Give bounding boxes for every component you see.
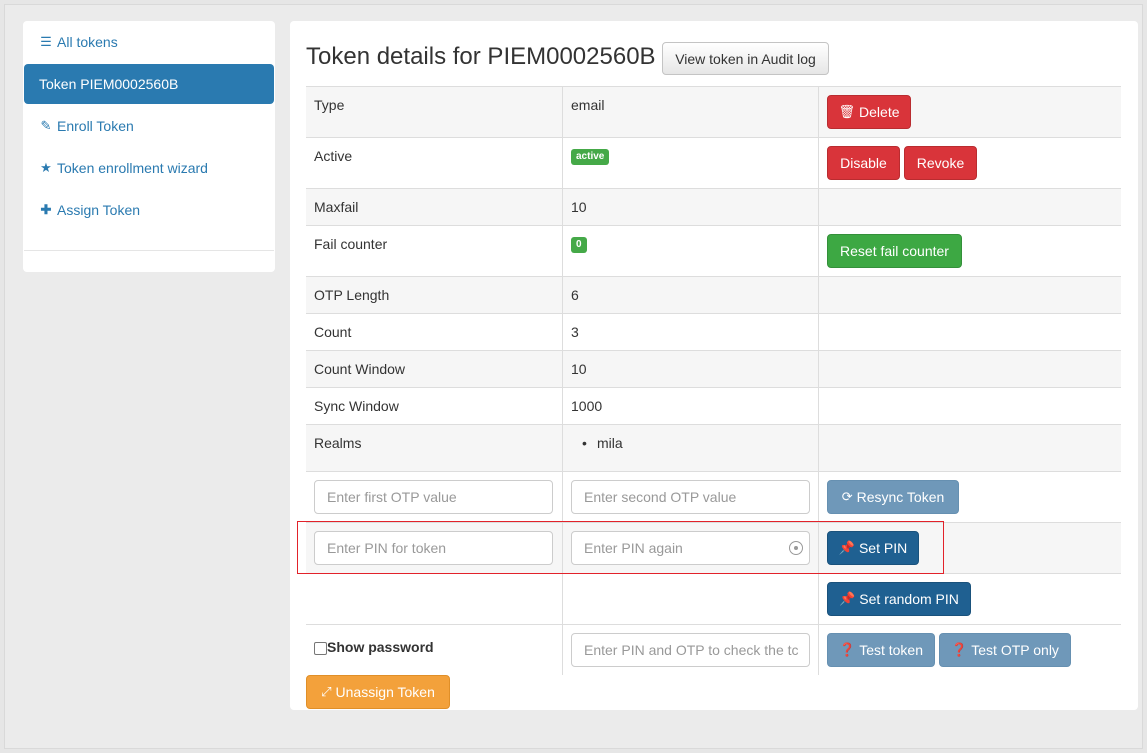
delete-button-label: Delete: [859, 104, 900, 120]
row-value: 1000: [571, 398, 603, 414]
row-value: 6: [571, 287, 579, 303]
table-row: OTP Length 6: [306, 276, 1121, 313]
sidebar-item-label: Enroll Token: [57, 118, 134, 134]
pin2-input[interactable]: Enter PIN again: [571, 531, 810, 565]
edit-icon: ✎: [40, 118, 52, 133]
page-title: Token details for PIEM0002560B: [306, 43, 656, 70]
unassign-token-button[interactable]: ⤢ Unassign Token: [306, 675, 450, 709]
sidebar-item-token-detail[interactable]: Token PIEM0002560B: [24, 64, 274, 104]
question-circle-icon: ❓: [839, 642, 856, 657]
sidebar-item-enroll-token[interactable]: ✎ Enroll Token: [24, 106, 274, 146]
show-password-checkbox[interactable]: [314, 642, 327, 655]
set-random-pin-button[interactable]: 📌 Set random PIN: [827, 582, 971, 616]
star-icon: ★: [40, 160, 52, 175]
sidebar-item-label: Token enrollment wizard: [57, 160, 208, 176]
sidebar-item-label: Assign Token: [57, 202, 141, 218]
sidebar-item-assign-token[interactable]: ✚ Assign Token: [24, 190, 274, 230]
set-random-pin-label: Set random PIN: [859, 591, 959, 607]
pin1-input[interactable]: Enter PIN for token: [314, 531, 553, 565]
sidebar-divider: [24, 250, 274, 251]
list-icon: ☰: [40, 34, 52, 49]
check-pin-otp-input[interactable]: Enter PIN and OTP to check the tc: [571, 633, 810, 667]
sidebar-item-label: All tokens: [57, 34, 118, 50]
test-otp-only-label: Test OTP only: [971, 642, 1059, 658]
revoke-button[interactable]: Revoke: [904, 146, 977, 180]
table-row: Maxfail 10: [306, 188, 1121, 225]
table-row: Realms mila: [306, 424, 1121, 471]
pushpin-icon: 📌: [839, 591, 856, 606]
row-label: Active: [314, 148, 353, 164]
otp1-input[interactable]: Enter first OTP value: [314, 480, 553, 514]
row-value: 10: [571, 199, 587, 215]
row-label: Count Window: [314, 361, 406, 377]
expand-icon: ⤢: [321, 684, 332, 699]
sidebar-item-all-tokens[interactable]: ☰ All tokens: [24, 22, 274, 62]
set-pin-button[interactable]: 📌 Set PIN: [827, 531, 919, 565]
resync-token-label: Resync Token: [856, 489, 945, 505]
disable-button[interactable]: Disable: [827, 146, 900, 180]
pushpin-icon: 📌: [838, 540, 855, 555]
table-row: Show password Enter PIN and OTP to check…: [306, 624, 1121, 675]
show-password-label: Show password: [327, 639, 434, 655]
row-label: Fail counter: [314, 236, 388, 252]
resync-token-button[interactable]: ⟳ Resync Token: [827, 480, 959, 514]
test-otp-only-button[interactable]: ❓ Test OTP only: [939, 633, 1071, 667]
status-badge: active: [571, 149, 610, 165]
sidebar-item-label: Token PIEM0002560B: [39, 76, 179, 92]
row-label: Maxfail: [314, 199, 359, 215]
test-token-label: Test token: [859, 642, 924, 658]
row-value: 3: [571, 324, 579, 340]
table-row: Count 3: [306, 313, 1121, 350]
table-row: Active active Disable Revoke: [306, 137, 1121, 188]
row-label: Sync Window: [314, 398, 399, 414]
row-value: 10: [571, 361, 587, 377]
realm-item: mila: [582, 435, 622, 451]
trash-icon: 🗑: [838, 104, 856, 119]
question-circle-icon: ❓: [951, 642, 968, 657]
refresh-icon: ⟳: [841, 489, 853, 504]
pin2-placeholder: Enter PIN again: [584, 540, 683, 556]
table-row: Type email 🗑 Delete: [306, 86, 1121, 137]
row-label: OTP Length: [314, 287, 390, 303]
delete-button[interactable]: 🗑 Delete: [827, 95, 911, 129]
row-value: email: [571, 97, 605, 113]
table-row: Enter PIN for token Enter PIN again 📌 Se…: [306, 522, 1121, 573]
main-panel: Token details for PIEM0002560B View toke…: [290, 21, 1138, 710]
reset-fail-counter-button[interactable]: Reset fail counter: [827, 234, 962, 268]
fail-counter-badge: 0: [571, 237, 587, 253]
table-row: Count Window 10: [306, 350, 1121, 387]
unassign-token-label: Unassign Token: [335, 684, 435, 700]
row-label: Realms: [314, 435, 362, 451]
row-label: Type: [314, 97, 345, 113]
table-row: 📌 Set random PIN: [306, 573, 1121, 624]
set-pin-label: Set PIN: [858, 540, 908, 556]
view-audit-log-button[interactable]: View token in Audit log: [662, 42, 829, 75]
password-manager-icon[interactable]: [789, 541, 803, 555]
test-token-button[interactable]: ❓ Test token: [827, 633, 935, 667]
row-label: Count: [314, 324, 352, 340]
sidebar: ☰ All tokens Token PIEM0002560B ✎ Enroll…: [23, 21, 275, 272]
plus-icon: ✚: [40, 202, 52, 217]
otp2-input[interactable]: Enter second OTP value: [571, 480, 810, 514]
table-row: Fail counter 0 Reset fail counter: [306, 225, 1121, 276]
table-row: Sync Window 1000: [306, 387, 1121, 424]
sidebar-item-enrollment-wizard[interactable]: ★ Token enrollment wizard: [24, 148, 274, 188]
table-row: Enter first OTP value Enter second OTP v…: [306, 471, 1121, 522]
